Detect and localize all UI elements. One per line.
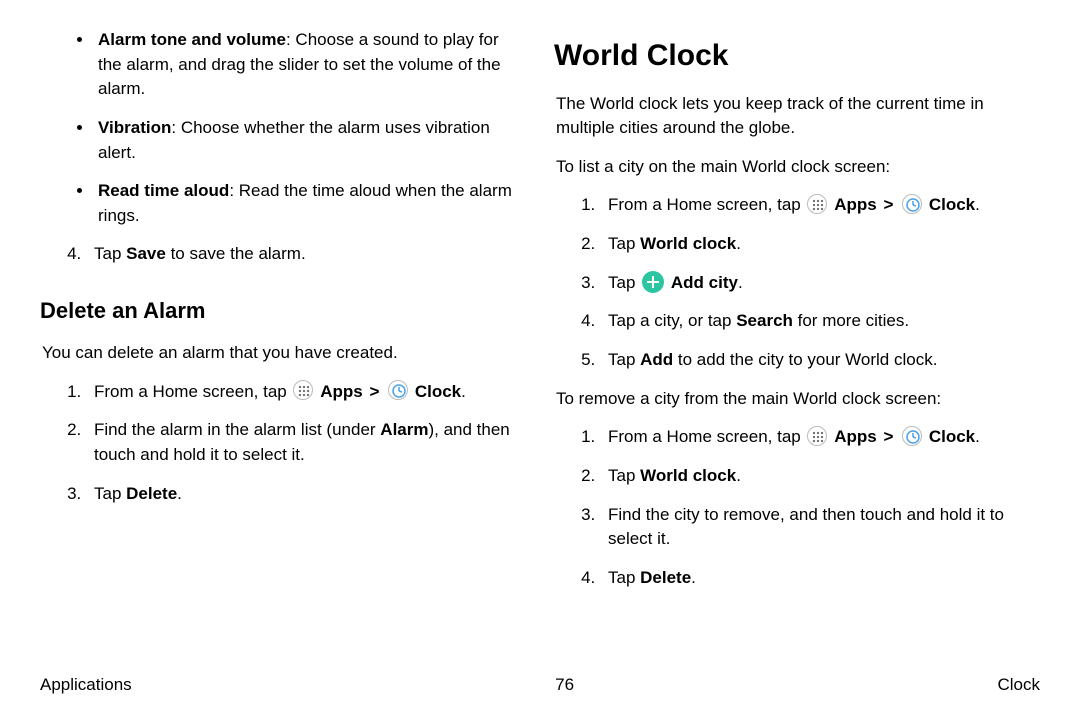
text: .: [738, 273, 743, 292]
text-bold: Add city: [671, 273, 738, 292]
text: to add the city to your World clock.: [673, 350, 937, 369]
text: .: [736, 234, 741, 253]
add-icon: [642, 271, 664, 293]
step-save: Tap Save to save the alarm.: [86, 242, 526, 267]
apps-label: Apps: [834, 195, 877, 214]
remove-step-2: Tap World clock.: [600, 464, 1040, 489]
list-step-1: From a Home screen, tap Apps > Clock.: [600, 193, 1040, 218]
delete-step-1: From a Home screen, tap Apps > Clock.: [86, 380, 526, 405]
delete-alarm-heading: Delete an Alarm: [40, 295, 526, 327]
text: .: [177, 484, 182, 503]
text-bold: World clock: [640, 466, 736, 485]
list-step-4: Tap a city, or tap Search for more citie…: [600, 309, 1040, 334]
clock-label: Clock: [415, 382, 461, 401]
period: .: [975, 427, 980, 446]
remove-city-steps: From a Home screen, tap Apps > Clock. Ta…: [554, 425, 1040, 590]
text-bold: Save: [126, 244, 166, 263]
text-bold: Delete: [126, 484, 177, 503]
text-bold: Search: [736, 311, 793, 330]
two-column-layout: Alarm tone and volume: Choose a sound to…: [40, 28, 1040, 668]
text: Tap: [94, 484, 126, 503]
chevron-icon: >: [883, 195, 893, 214]
text-bold: World clock: [640, 234, 736, 253]
apps-icon: [807, 194, 827, 214]
text: From a Home screen, tap: [94, 382, 291, 401]
remove-step-1: From a Home screen, tap Apps > Clock.: [600, 425, 1040, 450]
text: Tap: [608, 568, 640, 587]
delete-step-2: Find the alarm in the alarm list (under …: [86, 418, 526, 467]
list-step-2: Tap World clock.: [600, 232, 1040, 257]
right-column: World Clock The World clock lets you kee…: [554, 28, 1040, 668]
bullet-alarm-tone: Alarm tone and volume: Choose a sound to…: [94, 28, 526, 102]
clock-icon: [902, 426, 922, 446]
footer-right: Clock: [997, 673, 1040, 698]
bullet-read-aloud: Read time aloud: Read the time aloud whe…: [94, 179, 526, 228]
delete-step-3: Tap Delete.: [86, 482, 526, 507]
apps-icon: [807, 426, 827, 446]
list-city-intro: To list a city on the main World clock s…: [554, 155, 1040, 180]
text: Tap: [94, 244, 126, 263]
text: .: [691, 568, 696, 587]
text: Tap: [608, 273, 640, 292]
alarm-save-step: Tap Save to save the alarm.: [40, 242, 526, 267]
text: Tap: [608, 466, 640, 485]
list-city-steps: From a Home screen, tap Apps > Clock. Ta…: [554, 193, 1040, 372]
bullet-vibration: Vibration: Choose whether the alarm uses…: [94, 116, 526, 165]
clock-label: Clock: [929, 195, 975, 214]
text-bold: Delete: [640, 568, 691, 587]
left-column: Alarm tone and volume: Choose a sound to…: [40, 28, 526, 668]
apps-icon: [293, 380, 313, 400]
footer-left: Applications: [40, 673, 132, 698]
page-footer: Applications 76 Clock: [40, 673, 1040, 698]
remove-step-3: Find the city to remove, and then touch …: [600, 503, 1040, 552]
bullet-bold: Alarm tone and volume: [98, 30, 286, 49]
footer-page-number: 76: [555, 673, 574, 698]
text: for more cities.: [793, 311, 909, 330]
text: Tap: [608, 350, 640, 369]
text: Tap: [608, 234, 640, 253]
remove-city-intro: To remove a city from the main World clo…: [554, 387, 1040, 412]
text: Find the alarm in the alarm list (under: [94, 420, 380, 439]
clock-icon: [388, 380, 408, 400]
text: .: [736, 466, 741, 485]
bullet-bold: Read time aloud: [98, 181, 229, 200]
period: .: [461, 382, 466, 401]
text-bold: Add: [640, 350, 673, 369]
world-clock-intro: The World clock lets you keep track of t…: [554, 92, 1040, 141]
apps-label: Apps: [320, 382, 363, 401]
text: Tap a city, or tap: [608, 311, 736, 330]
remove-step-4: Tap Delete.: [600, 566, 1040, 591]
bullet-bold: Vibration: [98, 118, 171, 137]
chevron-icon: >: [369, 382, 379, 401]
chevron-icon: >: [883, 427, 893, 446]
text: to save the alarm.: [166, 244, 306, 263]
delete-intro: You can delete an alarm that you have cr…: [40, 341, 526, 366]
text: From a Home screen, tap: [608, 195, 805, 214]
text-bold: Alarm: [380, 420, 428, 439]
delete-steps: From a Home screen, tap Apps > Clock. Fi…: [40, 380, 526, 507]
clock-icon: [902, 194, 922, 214]
list-step-3: Tap Add city.: [600, 271, 1040, 296]
clock-label: Clock: [929, 427, 975, 446]
apps-label: Apps: [834, 427, 877, 446]
period: .: [975, 195, 980, 214]
alarm-options-bullets: Alarm tone and volume: Choose a sound to…: [40, 28, 526, 228]
list-step-5: Tap Add to add the city to your World cl…: [600, 348, 1040, 373]
world-clock-heading: World Clock: [554, 34, 1040, 78]
text: From a Home screen, tap: [608, 427, 805, 446]
